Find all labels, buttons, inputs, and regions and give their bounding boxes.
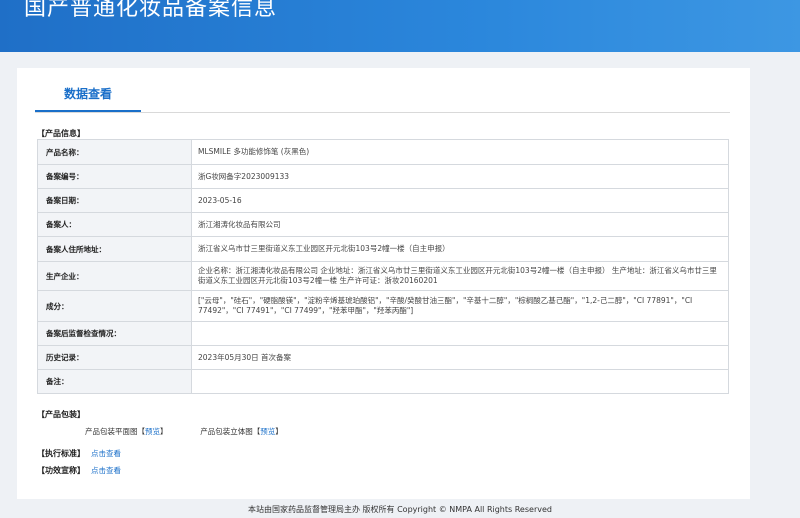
row-label: 备案后监督检查情况： [37,321,192,346]
content-panel: 数据查看 【产品信息】 产品名称： MLSMILE 多功能修饰笔 (灰黑色) 备… [17,68,750,499]
flat-image-preview-link[interactable]: 预览 [145,427,160,436]
row-label: 生产企业： [37,261,192,291]
efficacy-view-link[interactable]: 点击查看 [91,465,121,476]
table-row: 历史记录： 2023年05月30日 首次备案 [37,345,729,370]
row-value: ["云母"，"硅石"，"硬脂酸镁"，"淀粉辛烯基琥珀酸铝"，"辛酸/癸酸甘油三酯… [191,290,729,322]
row-label: 成分： [37,290,192,322]
row-value: MLSMILE 多功能修饰笔 (灰黑色) [191,139,729,165]
row-label: 备案人： [37,212,192,237]
tab-data-view[interactable]: 数据查看 [35,68,141,112]
table-row: 备案编号： 浙G妆网备字2023009133 [37,164,729,189]
row-label: 备案人住所地址： [37,236,192,262]
footer-copyright: 本站由国家药品监督管理局主办 版权所有 Copyright © NMPA All… [248,505,552,514]
standard-view-link[interactable]: 点击查看 [91,448,121,459]
section-title-standard: 【执行标准】 [37,449,85,458]
section-title-product-info: 【产品信息】 [37,129,85,138]
row-value: 浙G妆网备字2023009133 [191,164,729,189]
table-row: 备案后监督检查情况： [37,321,729,346]
solid-image-label: 产品包装立体图 [200,427,253,436]
table-row: 备案人住所地址： 浙江省义乌市廿三里街道义东工业园区开元北街103号2幢一楼（自… [37,236,729,262]
row-value [191,369,729,394]
flat-image-label: 产品包装平面图 [85,427,138,436]
row-label: 历史记录： [37,345,192,370]
table-row: 生产企业： 企业名称：浙江湘涛化妆品有限公司 企业地址：浙江省义乌市廿三里街道义… [37,261,729,291]
page-header: 国产普通化妆品备案信息 [0,0,800,52]
row-value: 2023-05-16 [191,188,729,213]
row-value: 2023年05月30日 首次备案 [191,345,729,370]
row-label: 备注： [37,369,192,394]
row-label: 备案编号： [37,164,192,189]
packaging-row: 产品包装平面图【预览】 产品包装立体图【预览】 [85,427,283,436]
table-row: 成分： ["云母"，"硅石"，"硬脂酸镁"，"淀粉辛烯基琥珀酸铝"，"辛酸/癸酸… [37,290,729,322]
table-row: 产品名称： MLSMILE 多功能修饰笔 (灰黑色) [37,139,729,165]
row-value: 浙江湘涛化妆品有限公司 [191,212,729,237]
row-label: 产品名称： [37,139,192,165]
table-row: 备案日期： 2023-05-16 [37,188,729,213]
solid-image-preview-link[interactable]: 预览 [260,427,275,436]
page-title: 国产普通化妆品备案信息 [24,0,278,21]
section-title-packaging: 【产品包装】 [37,410,85,419]
row-value [191,321,729,346]
row-value: 浙江省义乌市廿三里街道义东工业园区开元北街103号2幢一楼（自主申报） [191,236,729,262]
product-info-table: 产品名称： MLSMILE 多功能修饰笔 (灰黑色) 备案编号： 浙G妆网备字2… [37,139,729,394]
tab-bar: 数据查看 [35,68,730,113]
row-value: 企业名称：浙江湘涛化妆品有限公司 企业地址：浙江省义乌市廿三里街道义东工业园区开… [191,261,729,291]
table-row: 备案人： 浙江湘涛化妆品有限公司 [37,212,729,237]
row-label: 备案日期： [37,188,192,213]
section-title-efficacy: 【功效宣称】 [37,466,85,475]
table-row: 备注： [37,369,729,394]
